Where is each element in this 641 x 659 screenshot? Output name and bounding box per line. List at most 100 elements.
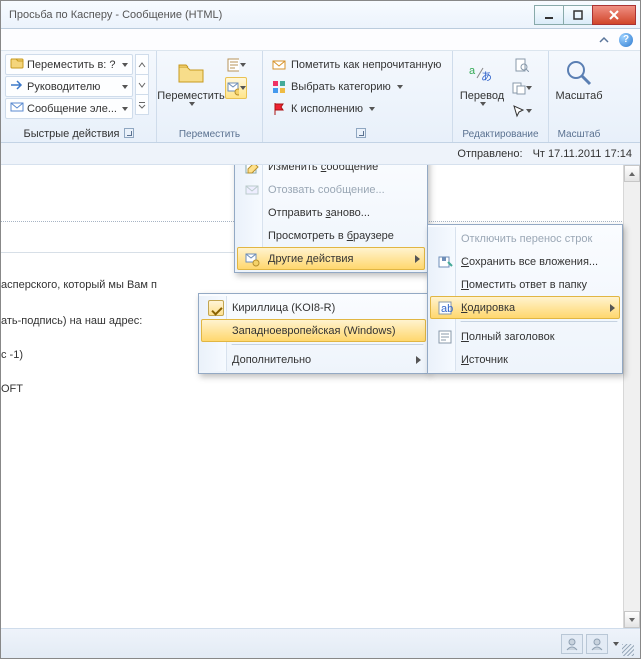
item-label: Выбрать категорию (291, 81, 391, 93)
quick-action-to-manager[interactable]: Руководителю (5, 76, 133, 97)
status-bar (1, 628, 640, 658)
chevron-down-icon[interactable] (613, 642, 619, 646)
translate-button[interactable]: aあ Перевод (457, 54, 507, 109)
menu-item-other-actions[interactable]: Другие действия (237, 247, 425, 270)
help-button[interactable]: ? (618, 32, 634, 48)
maximize-button[interactable] (563, 5, 593, 25)
menu-item-reply-to-folder[interactable]: Поместить ответ в папку (430, 273, 620, 296)
move-default-icon (10, 56, 24, 73)
followup-button[interactable]: К исполнению (267, 98, 448, 119)
resize-grip[interactable] (622, 644, 634, 656)
group-label: Масштаб (553, 127, 605, 142)
menu-item-more-encodings[interactable]: Дополнительно (201, 348, 426, 371)
menu-item-view-browser[interactable]: Просмотреть в браузере (237, 224, 425, 247)
people-pane-off[interactable] (586, 634, 608, 654)
people-pane-normal[interactable] (561, 634, 583, 654)
envelope-closed-icon (271, 57, 287, 73)
group-label (267, 126, 448, 142)
chevron-down-icon (122, 63, 128, 67)
dialog-launcher-icon[interactable] (124, 128, 134, 138)
title-bar: Просьба по Касперу - Сообщение (HTML) (1, 1, 640, 29)
quick-actions-down[interactable] (135, 74, 149, 95)
save-attachments-icon (433, 252, 457, 272)
svg-text:a: a (469, 65, 476, 77)
other-actions-icon (240, 249, 264, 269)
menu-item-source[interactable]: Источник (430, 348, 620, 371)
menu-item-encoding[interactable]: ab Кодировка (430, 296, 620, 319)
blank-icon (240, 203, 264, 223)
menu-item-resend[interactable]: Отправить заново... (237, 201, 425, 224)
chevron-down-icon (369, 107, 375, 111)
full-header-icon (433, 327, 457, 347)
quick-actions-up[interactable] (135, 54, 149, 75)
chevron-down-icon (526, 86, 532, 90)
menu-item-label: Источник (461, 354, 508, 366)
item-label: К исполнению (291, 103, 363, 115)
group-tags: Пометить как непрочитанную Выбрать катег… (263, 51, 453, 142)
zoom-label: Масштаб (555, 90, 602, 102)
menu-item-save-attachments[interactable]: Сохранить все вложения... (430, 250, 620, 273)
quick-actions-more[interactable] (135, 94, 149, 115)
menu-item-label: Отключить перенос строк (461, 233, 592, 245)
rules-button[interactable] (225, 54, 247, 76)
related-button[interactable] (511, 77, 533, 99)
find-button[interactable] (511, 54, 533, 76)
categories-button[interactable]: Выбрать категорию (267, 76, 448, 97)
menu-separator (460, 321, 618, 323)
blank-icon (433, 229, 457, 249)
menu-other-actions: Отключить перенос строк Сохранить все вл… (427, 224, 623, 374)
edit-message-icon (240, 165, 264, 177)
team-mail-icon (10, 100, 24, 117)
menu-actions: Изменить сообщение Отозвать сообщение...… (234, 165, 428, 273)
blank-icon (240, 226, 264, 246)
menu-item-label: Изменить сообщение (268, 165, 378, 173)
quick-actions-scroll (135, 54, 149, 114)
close-button[interactable] (592, 5, 636, 25)
menu-item-label: Кодировка (461, 302, 515, 314)
menu-item-recall: Отозвать сообщение... (237, 178, 425, 201)
chevron-down-icon (480, 102, 486, 106)
menu-item-toggle-wrap: Отключить перенос строк (430, 227, 620, 250)
translate-label: Перевод (460, 90, 504, 102)
actions-button[interactable] (225, 77, 247, 99)
mark-unread-button[interactable]: Пометить как непрочитанную (267, 54, 448, 75)
chevron-down-icon (526, 109, 532, 113)
chevron-down-icon (122, 107, 128, 111)
submenu-arrow-icon (416, 356, 421, 364)
scroll-up-button[interactable] (624, 165, 640, 182)
group-editing: aあ Перевод Редактирование (453, 51, 549, 142)
menu-item-edit-message[interactable]: Изменить сообщение (237, 165, 425, 178)
vertical-scrollbar[interactable] (623, 165, 640, 628)
magnifier-icon (563, 57, 595, 89)
group-quick-actions: Переместить в: ? Руководителю Сообщение … (1, 51, 157, 142)
ribbon-minimize-button[interactable] (596, 32, 612, 48)
chevron-down-icon (397, 85, 403, 89)
zoom-button[interactable]: Масштаб (553, 54, 605, 105)
group-label: Редактирование (457, 127, 544, 142)
move-button[interactable]: Переместить (161, 54, 221, 109)
svg-text:あ: あ (481, 70, 492, 83)
menu-item-label: Полный заголовок (461, 331, 555, 343)
sent-info-bar: Отправлено: Чт 17.11.2011 17:14 (1, 143, 640, 165)
dialog-launcher-icon[interactable] (356, 128, 366, 138)
menu-item-koi8r[interactable]: Кириллица (KOI8-R) (201, 296, 426, 319)
svg-text:ab: ab (441, 303, 453, 315)
quick-action-team-mail[interactable]: Сообщение эле... (5, 98, 133, 119)
scroll-down-button[interactable] (624, 611, 640, 628)
quick-action-move-to[interactable]: Переместить в: ? (5, 54, 133, 75)
menu-item-label: Просмотреть в браузере (268, 230, 394, 242)
translate-icon: aあ (466, 57, 498, 89)
scroll-track[interactable] (624, 182, 640, 611)
menu-item-western-windows[interactable]: Западноевропейская (Windows) (201, 319, 426, 342)
blank-icon (433, 350, 457, 370)
chevron-down-icon (189, 102, 195, 106)
menu-encoding-list: Кириллица (KOI8-R) Западноевропейская (W… (198, 293, 429, 374)
minimize-button[interactable] (534, 5, 564, 25)
group-label: Переместить (161, 127, 258, 142)
menu-item-label: Кириллица (KOI8-R) (232, 302, 335, 314)
menu-item-full-header[interactable]: Полный заголовок (430, 325, 620, 348)
select-button[interactable] (511, 100, 533, 122)
recall-icon (240, 180, 264, 200)
submenu-arrow-icon (415, 255, 420, 263)
quick-actions-list: Переместить в: ? Руководителю Сообщение … (5, 54, 133, 119)
